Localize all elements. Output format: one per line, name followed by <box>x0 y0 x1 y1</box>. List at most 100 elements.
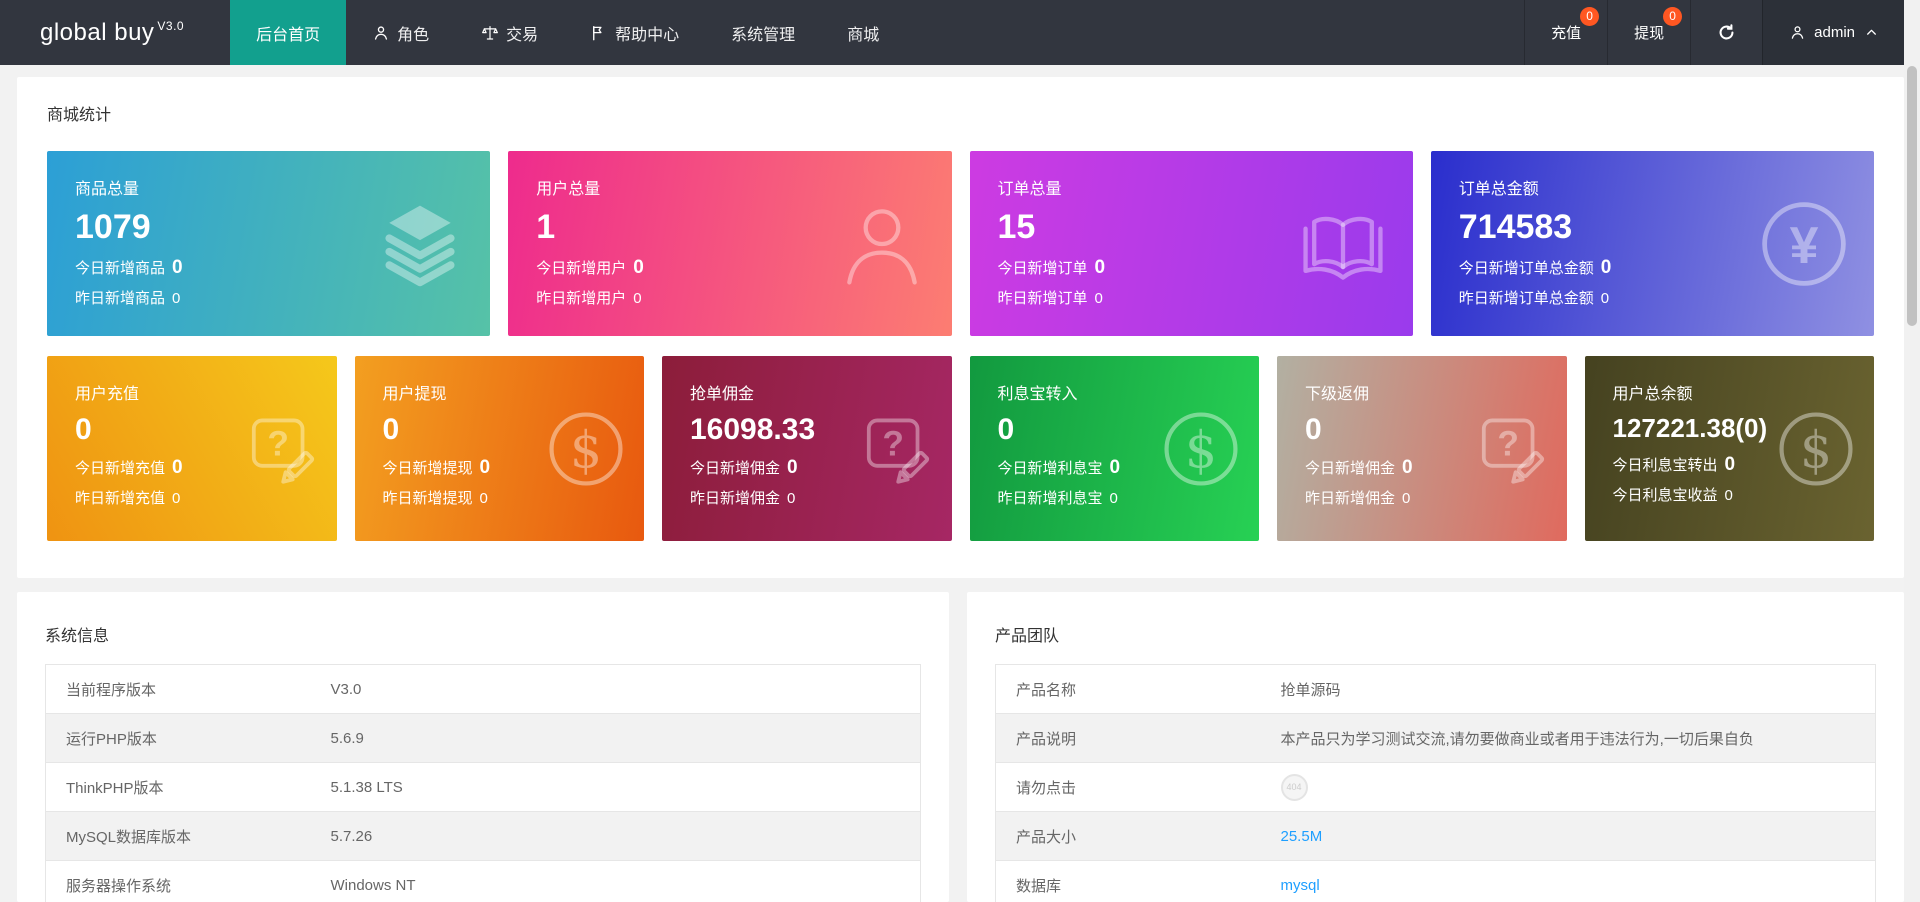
table-row: ThinkPHP版本5.1.38 LTS <box>46 763 921 812</box>
withdraw-label: 提现 <box>1634 22 1664 43</box>
svg-text:$: $ <box>1185 420 1217 479</box>
nav-item-label: 系统管理 <box>731 21 795 45</box>
nav-item-system[interactable]: 系统管理 <box>705 0 821 65</box>
row-value: 404 <box>1281 763 1876 812</box>
yesterday-label: 昨日新增佣金 <box>1305 490 1395 507</box>
today-value: 0 <box>1402 457 1413 478</box>
app-logo: global buy V3.0 <box>0 0 230 65</box>
stats-row-1: 商品总量 1079 今日新增商品0 昨日新增商品0 用户总量 1 今日新增用户0… <box>47 151 1874 336</box>
row-value: mysql <box>1281 861 1876 902</box>
yesterday-label: 昨日新增佣金 <box>690 490 780 507</box>
table-row: 运行PHP版本5.6.9 <box>46 714 921 763</box>
today-value: 0 <box>480 457 491 478</box>
today-label: 今日新增佣金 <box>690 460 780 477</box>
help-icon: ? <box>1467 407 1551 491</box>
yesterday-label: 昨日新增订单总金额 <box>1459 290 1594 307</box>
row-label: 产品名称 <box>996 665 1281 714</box>
stat-card-goods-total: 商品总量 1079 今日新增商品0 昨日新增商品0 <box>47 151 490 336</box>
nav-item-home[interactable]: 后台首页 <box>230 0 346 65</box>
nav-item-label: 角色 <box>397 21 429 45</box>
svg-text:¥: ¥ <box>1790 216 1819 274</box>
today-value: 0 <box>1110 457 1121 478</box>
system-info-title: 系统信息 <box>45 622 921 646</box>
yesterday-value: 0 <box>787 490 795 507</box>
stat-card-title: 利息宝转入 <box>998 380 1240 404</box>
scrollbar-thumb[interactable] <box>1907 66 1917 326</box>
today-value: 0 <box>172 457 183 478</box>
book-icon <box>1295 196 1391 292</box>
system-info-panel: 系统信息 当前程序版本V3.0 运行PHP版本5.6.9 ThinkPHP版本5… <box>17 592 949 902</box>
row-value: 抢单源码 <box>1281 665 1876 714</box>
today-value: 0 <box>633 257 644 278</box>
today-label: 今日新增佣金 <box>1305 460 1395 477</box>
stat-card-grab-commission: 抢单佣金 16098.33 今日新增佣金0 昨日新增佣金0 ? <box>662 356 952 541</box>
logo-text: global buy <box>40 19 154 47</box>
yesterday-label: 昨日新增商品 <box>75 290 165 307</box>
table-row: 当前程序版本V3.0 <box>46 665 921 714</box>
stat-card-orders-total: 订单总量 15 今日新增订单0 昨日新增订单0 <box>970 151 1413 336</box>
stat-card-order-amount: 订单总金额 714583 今日新增订单总金额0 昨日新增订单总金额0 ¥ <box>1431 151 1874 336</box>
nav-item-mall[interactable]: 商城 <box>821 0 905 65</box>
stat-card-user-balance: 用户总余额 127221.38(0) 今日利息宝转出0 今日利息宝收益0 $ <box>1585 356 1875 541</box>
help-icon: ? <box>852 407 936 491</box>
row-value: 本产品只为学习测试交流,请勿要做商业或者用于违法行为,一切后果自负 <box>1281 714 1876 763</box>
user-icon <box>1789 24 1806 41</box>
user-icon <box>834 196 930 292</box>
nav-item-trade[interactable]: 交易 <box>455 0 564 65</box>
scales-icon <box>481 24 499 42</box>
row-value: 25.5M <box>1281 812 1876 861</box>
stats-title: 商城统计 <box>47 101 1874 125</box>
dollar-icon: $ <box>1159 407 1243 491</box>
yesterday-value: 0 <box>1402 490 1410 507</box>
username-label: admin <box>1814 24 1855 41</box>
today-label: 今日新增用户 <box>536 260 626 277</box>
table-row: 产品说明本产品只为学习测试交流,请勿要做商业或者用于违法行为,一切后果自负 <box>996 714 1876 763</box>
user-menu[interactable]: admin <box>1762 0 1904 65</box>
row-label: 产品说明 <box>996 714 1281 763</box>
today-value: 0 <box>1601 257 1612 278</box>
stat-card-user-recharge: 用户充值 0 今日新增充值0 昨日新增充值0 ? <box>47 356 337 541</box>
today-value: 0 <box>1725 454 1736 475</box>
svg-text:?: ? <box>882 424 904 463</box>
person-icon <box>372 24 390 42</box>
yesterday-label: 今日利息宝收益 <box>1613 487 1718 504</box>
today-label: 今日新增充值 <box>75 460 165 477</box>
svg-text:$: $ <box>1800 420 1832 479</box>
yen-icon: ¥ <box>1756 196 1852 292</box>
row-label: MySQL数据库版本 <box>46 812 331 861</box>
yesterday-value: 0 <box>633 290 641 307</box>
yesterday-value: 0 <box>1110 490 1118 507</box>
yesterday-value: 0 <box>1725 487 1733 504</box>
nav-item-label: 商城 <box>847 21 879 45</box>
table-row: 服务器操作系统Windows NT <box>46 861 921 902</box>
flag-icon <box>590 24 608 42</box>
withdraw-button[interactable]: 提现 0 <box>1607 0 1690 65</box>
row-value: 5.1.38 LTS <box>331 763 921 812</box>
recharge-button[interactable]: 充值 0 <box>1524 0 1607 65</box>
stat-card-users-total: 用户总量 1 今日新增用户0 昨日新增用户0 <box>508 151 951 336</box>
nav-item-help-center[interactable]: 帮助中心 <box>564 0 705 65</box>
nav-item-roles[interactable]: 角色 <box>346 0 455 65</box>
today-value: 0 <box>787 457 798 478</box>
vertical-scrollbar[interactable] <box>1904 0 1920 902</box>
today-label: 今日新增订单 <box>998 260 1088 277</box>
nav-right: 充值 0 提现 0 admin <box>1524 0 1904 65</box>
stat-card-title: 抢单佣金 <box>690 380 932 404</box>
table-row: 产品名称抢单源码 <box>996 665 1876 714</box>
refresh-button[interactable] <box>1690 0 1762 65</box>
stat-card-user-withdraw: 用户提现 0 今日新增提现0 昨日新增提现0 $ <box>355 356 645 541</box>
today-label: 今日新增利息宝 <box>998 460 1103 477</box>
row-value: 5.6.9 <box>331 714 921 763</box>
row-value: Windows NT <box>331 861 921 902</box>
nav-item-label: 帮助中心 <box>615 21 679 45</box>
nav-item-label: 后台首页 <box>256 21 320 45</box>
database-link[interactable]: mysql <box>1281 877 1320 894</box>
today-label: 今日新增订单总金额 <box>1459 260 1594 277</box>
svg-text:?: ? <box>1497 424 1519 463</box>
chevron-up-icon <box>1865 26 1878 39</box>
product-team-title: 产品团队 <box>995 622 1876 646</box>
product-size-link[interactable]: 25.5M <box>1281 828 1323 845</box>
withdraw-badge: 0 <box>1663 7 1682 26</box>
today-value: 0 <box>1095 257 1106 278</box>
stats-row-2: 用户充值 0 今日新增充值0 昨日新增充值0 ? 用户提现 0 今日新增提现0 … <box>47 356 1874 541</box>
